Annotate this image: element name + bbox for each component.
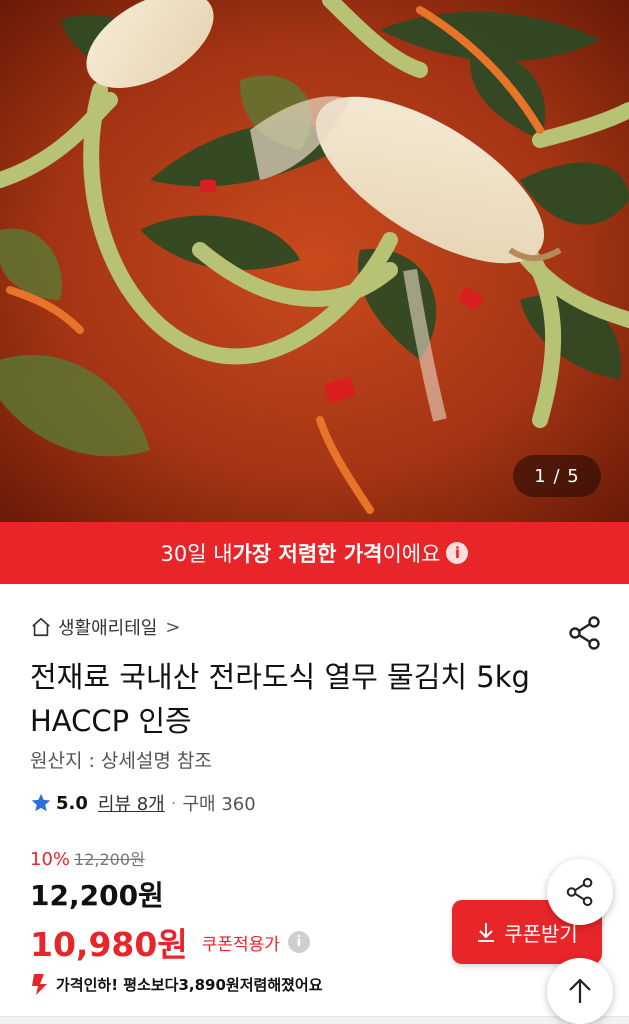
product-photo <box>0 0 629 522</box>
rating-row: 5.0 리뷰 8개 · 구매 360 <box>30 790 256 816</box>
store-link[interactable]: 생활애리테일 > <box>30 614 180 640</box>
price-drop-notice: 가격인하! 평소보다 3,890원 저렴해졌어요 <box>30 972 323 996</box>
price-drop-amount: 3,890원 <box>178 975 240 994</box>
store-name: 생활애리테일 <box>58 618 158 639</box>
product-origin: 원산지 : 상세설명 참조 <box>30 750 212 772</box>
purchase-count: 구매 360 <box>182 794 256 815</box>
original-price-struck: 12,200원 <box>74 850 145 869</box>
arrow-up-icon <box>569 978 591 1003</box>
arrow-down-icon <box>32 974 47 995</box>
gallery-counter: 1 / 5 <box>513 455 601 497</box>
coupon-price-label: 쿠폰적용가 <box>201 934 280 955</box>
info-icon[interactable]: i <box>287 931 310 953</box>
floating-share-button[interactable] <box>547 859 613 925</box>
info-icon[interactable]: i <box>446 542 469 564</box>
promo-prefix: 30일 내 <box>160 542 233 566</box>
chevron-right-icon: > <box>165 616 181 638</box>
promo-suffix: 이에요 <box>382 542 441 566</box>
discount-row: 10% 12,200원 <box>30 846 145 870</box>
share-icon <box>566 877 593 907</box>
review-count-link[interactable]: 리뷰 8개 <box>98 790 165 816</box>
discount-rate: 10% <box>30 849 71 870</box>
scroll-to-top-button[interactable] <box>547 958 613 1024</box>
home-icon <box>32 617 50 637</box>
product-title: 전재료 국내산 전라도식 열무 물김치 5kg HACCP 인증 <box>30 660 530 738</box>
price-drop-suffix: 저렴해졌어요 <box>239 975 323 994</box>
list-price: 12,200원 <box>30 879 164 912</box>
price-drop-prefix: 가격인하! 평소보다 <box>56 975 179 994</box>
share-icon[interactable] <box>566 614 604 652</box>
promo-highlight: 가장 저렴한 가격 <box>232 542 383 566</box>
product-image-gallery[interactable]: 1 / 5 <box>0 0 629 522</box>
section-divider <box>0 1016 629 1024</box>
rating-score: 5.0 <box>56 792 88 814</box>
separator-dot: · <box>170 792 177 814</box>
coupon-price: 10,980원 <box>30 925 188 964</box>
lowest-price-banner[interactable]: 30일 내 가장 저렴한 가격 이에요 i <box>0 522 629 584</box>
coupon-price-row: 10,980원 쿠폰적용가 i <box>30 918 310 966</box>
download-icon <box>478 923 495 942</box>
star-icon <box>31 793 51 812</box>
